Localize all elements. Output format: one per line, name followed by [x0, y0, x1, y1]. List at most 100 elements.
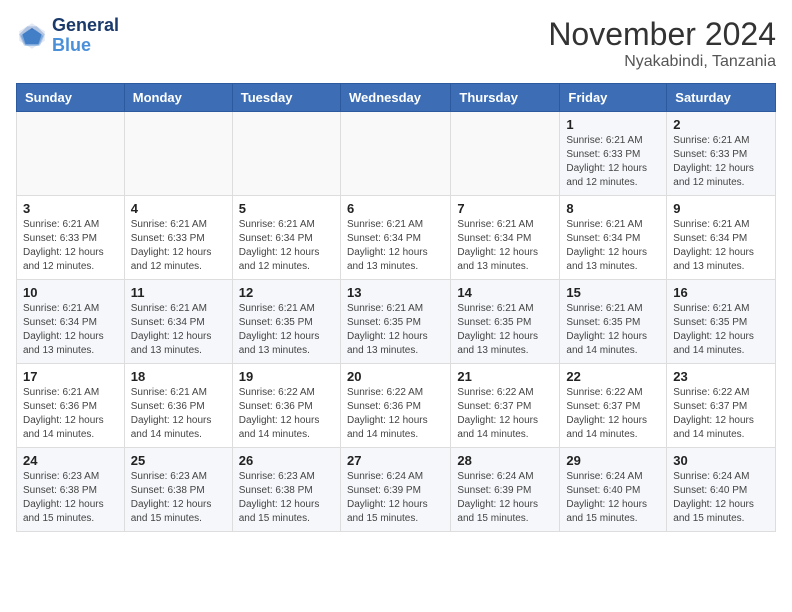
calendar-cell: 18Sunrise: 6:21 AM Sunset: 6:36 PM Dayli… [124, 364, 232, 448]
day-info: Sunrise: 6:21 AM Sunset: 6:35 PM Dayligh… [673, 302, 769, 358]
day-info: Sunrise: 6:24 AM Sunset: 6:40 PM Dayligh… [673, 470, 769, 526]
day-info: Sunrise: 6:21 AM Sunset: 6:35 PM Dayligh… [347, 302, 444, 358]
day-info: Sunrise: 6:21 AM Sunset: 6:33 PM Dayligh… [566, 134, 660, 190]
day-info: Sunrise: 6:22 AM Sunset: 6:37 PM Dayligh… [673, 386, 769, 442]
day-info: Sunrise: 6:21 AM Sunset: 6:33 PM Dayligh… [23, 218, 118, 274]
calendar-cell: 17 Sunrise: 6:21 AM Sunset: 6:36 PM Dayli… [17, 364, 125, 448]
day-number: 5 [239, 201, 334, 216]
logo-text: General Blue [52, 16, 119, 56]
weekday-header: Sunday [17, 84, 125, 112]
calendar-cell: 12Sunrise: 6:21 AM Sunset: 6:35 PM Dayli… [232, 280, 340, 364]
calendar-cell: 9 Sunrise: 6:21 AM Sunset: 6:34 PM Daylig… [667, 196, 776, 280]
calendar-cell: 10 Sunrise: 6:21 AM Sunset: 6:34 PM Dayli… [17, 280, 125, 364]
day-info: Sunrise: 6:21 AM Sunset: 6:35 PM Dayligh… [566, 302, 660, 358]
calendar-cell: 19 Sunrise: 6:22 AM Sunset: 6:36 PM Dayli… [232, 364, 340, 448]
calendar-week-row: 17 Sunrise: 6:21 AM Sunset: 6:36 PM Dayli… [17, 364, 776, 448]
day-info: Sunrise: 6:21 AM Sunset: 6:34 PM Dayligh… [457, 218, 553, 274]
day-info: Sunrise: 6:21 AM Sunset: 6:33 PM Dayligh… [131, 218, 226, 274]
day-info: Sunrise: 6:21 AM Sunset: 6:36 PM Dayligh… [23, 386, 118, 442]
calendar-cell: 2 Sunrise: 6:21 AM Sunset: 6:33 PM Daylig… [667, 112, 776, 196]
day-number: 30 [673, 453, 769, 468]
weekday-header: Wednesday [340, 84, 450, 112]
weekday-header: Saturday [667, 84, 776, 112]
day-info: Sunrise: 6:23 AM Sunset: 6:38 PM Dayligh… [23, 470, 118, 526]
calendar-cell: 13 Sunrise: 6:21 AM Sunset: 6:35 PM Dayli… [340, 280, 450, 364]
calendar-cell: 22 Sunrise: 6:22 AM Sunset: 6:37 PM Dayli… [560, 364, 667, 448]
calendar-cell: 28 Sunrise: 6:24 AM Sunset: 6:39 PM Dayli… [451, 448, 560, 532]
calendar-cell [17, 112, 125, 196]
logo-icon [16, 20, 48, 52]
day-number: 16 [673, 285, 769, 300]
day-number: 27 [347, 453, 444, 468]
calendar-cell: 29Sunrise: 6:24 AM Sunset: 6:40 PM Dayli… [560, 448, 667, 532]
day-number: 20 [347, 369, 444, 384]
day-info: Sunrise: 6:21 AM Sunset: 6:34 PM Dayligh… [347, 218, 444, 274]
day-info: Sunrise: 6:23 AM Sunset: 6:38 PM Dayligh… [131, 470, 226, 526]
calendar: SundayMondayTuesdayWednesdayThursdayFrid… [16, 83, 776, 532]
day-number: 13 [347, 285, 444, 300]
day-info: Sunrise: 6:21 AM Sunset: 6:35 PM Dayligh… [457, 302, 553, 358]
day-number: 10 [23, 285, 118, 300]
day-number: 11 [131, 285, 226, 300]
weekday-header-row: SundayMondayTuesdayWednesdayThursdayFrid… [17, 84, 776, 112]
calendar-cell: 4 Sunrise: 6:21 AM Sunset: 6:33 PM Daylig… [124, 196, 232, 280]
day-info: Sunrise: 6:22 AM Sunset: 6:36 PM Dayligh… [239, 386, 334, 442]
calendar-cell: 11Sunrise: 6:21 AM Sunset: 6:34 PM Dayli… [124, 280, 232, 364]
calendar-cell: 16 Sunrise: 6:21 AM Sunset: 6:35 PM Dayli… [667, 280, 776, 364]
calendar-cell: 21Sunrise: 6:22 AM Sunset: 6:37 PM Dayli… [451, 364, 560, 448]
day-number: 7 [457, 201, 553, 216]
calendar-cell: 3Sunrise: 6:21 AM Sunset: 6:33 PM Daylig… [17, 196, 125, 280]
day-number: 9 [673, 201, 769, 216]
day-info: Sunrise: 6:21 AM Sunset: 6:36 PM Dayligh… [131, 386, 226, 442]
day-number: 17 [23, 369, 118, 384]
day-info: Sunrise: 6:22 AM Sunset: 6:36 PM Dayligh… [347, 386, 444, 442]
calendar-week-row: 10 Sunrise: 6:21 AM Sunset: 6:34 PM Dayli… [17, 280, 776, 364]
calendar-cell: 26Sunrise: 6:23 AM Sunset: 6:38 PM Dayli… [232, 448, 340, 532]
day-number: 14 [457, 285, 553, 300]
day-number: 1 [566, 117, 660, 132]
month-title: November 2024 [548, 16, 776, 53]
day-number: 19 [239, 369, 334, 384]
calendar-week-row: 24 Sunrise: 6:23 AM Sunset: 6:38 PM Dayli… [17, 448, 776, 532]
day-number: 8 [566, 201, 660, 216]
day-info: Sunrise: 6:21 AM Sunset: 6:35 PM Dayligh… [239, 302, 334, 358]
location: Nyakabindi, Tanzania [548, 53, 776, 71]
calendar-week-row: 1 Sunrise: 6:21 AM Sunset: 6:33 PM Daylig… [17, 112, 776, 196]
day-number: 6 [347, 201, 444, 216]
day-info: Sunrise: 6:21 AM Sunset: 6:34 PM Dayligh… [673, 218, 769, 274]
calendar-cell: 25 Sunrise: 6:23 AM Sunset: 6:38 PM Dayli… [124, 448, 232, 532]
day-info: Sunrise: 6:24 AM Sunset: 6:39 PM Dayligh… [457, 470, 553, 526]
calendar-cell: 7 Sunrise: 6:21 AM Sunset: 6:34 PM Daylig… [451, 196, 560, 280]
calendar-cell: 15 Sunrise: 6:21 AM Sunset: 6:35 PM Dayli… [560, 280, 667, 364]
day-number: 22 [566, 369, 660, 384]
day-info: Sunrise: 6:21 AM Sunset: 6:34 PM Dayligh… [23, 302, 118, 358]
weekday-header: Friday [560, 84, 667, 112]
calendar-cell [124, 112, 232, 196]
day-number: 2 [673, 117, 769, 132]
calendar-cell: 30 Sunrise: 6:24 AM Sunset: 6:40 PM Dayli… [667, 448, 776, 532]
day-number: 23 [673, 369, 769, 384]
day-info: Sunrise: 6:21 AM Sunset: 6:34 PM Dayligh… [566, 218, 660, 274]
page-header: General Blue November 2024 Nyakabindi, T… [16, 16, 776, 71]
day-info: Sunrise: 6:24 AM Sunset: 6:39 PM Dayligh… [347, 470, 444, 526]
day-number: 25 [131, 453, 226, 468]
day-info: Sunrise: 6:22 AM Sunset: 6:37 PM Dayligh… [457, 386, 553, 442]
calendar-cell: 27 Sunrise: 6:24 AM Sunset: 6:39 PM Dayli… [340, 448, 450, 532]
day-number: 15 [566, 285, 660, 300]
calendar-cell: 20 Sunrise: 6:22 AM Sunset: 6:36 PM Dayli… [340, 364, 450, 448]
calendar-cell [451, 112, 560, 196]
calendar-cell: 24 Sunrise: 6:23 AM Sunset: 6:38 PM Dayli… [17, 448, 125, 532]
day-info: Sunrise: 6:21 AM Sunset: 6:34 PM Dayligh… [239, 218, 334, 274]
calendar-cell [340, 112, 450, 196]
calendar-cell: 8 Sunrise: 6:21 AM Sunset: 6:34 PM Daylig… [560, 196, 667, 280]
day-info: Sunrise: 6:22 AM Sunset: 6:37 PM Dayligh… [566, 386, 660, 442]
calendar-cell: 14 Sunrise: 6:21 AM Sunset: 6:35 PM Dayli… [451, 280, 560, 364]
day-number: 4 [131, 201, 226, 216]
title-area: November 2024 Nyakabindi, Tanzania [548, 16, 776, 71]
calendar-cell: 23 Sunrise: 6:22 AM Sunset: 6:37 PM Dayli… [667, 364, 776, 448]
day-info: Sunrise: 6:21 AM Sunset: 6:33 PM Dayligh… [673, 134, 769, 190]
day-number: 26 [239, 453, 334, 468]
day-number: 24 [23, 453, 118, 468]
day-number: 28 [457, 453, 553, 468]
calendar-cell: 1 Sunrise: 6:21 AM Sunset: 6:33 PM Daylig… [560, 112, 667, 196]
